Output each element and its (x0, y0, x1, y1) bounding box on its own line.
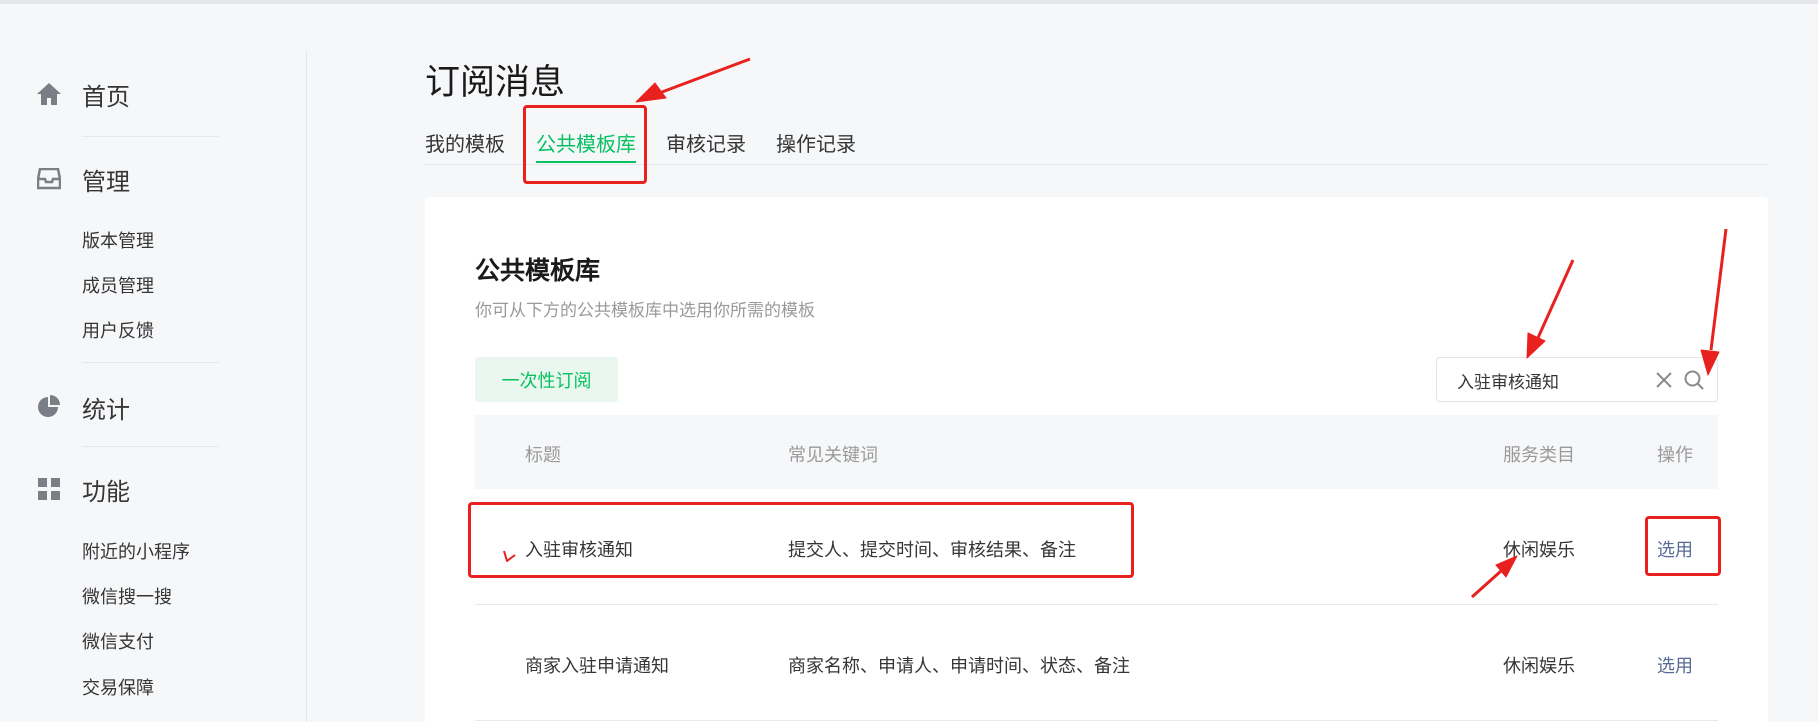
sidebar-item-feedback[interactable]: 用户反馈 (82, 320, 154, 344)
section-title: 公共模板库 (475, 256, 601, 285)
divider (82, 362, 219, 363)
column-header-action: 操作 (1657, 445, 1693, 466)
home-icon (36, 81, 62, 107)
row-title: 商家入驻申请通知 (525, 656, 669, 677)
table-row: 商家入驻申请通知 商家名称、申请人、申请时间、状态、备注 休闲娱乐 选用 (475, 605, 1718, 721)
sidebar-item-features[interactable]: 功能 (36, 469, 130, 509)
clear-icon[interactable] (1652, 368, 1676, 392)
sidebar-item-members[interactable]: 成员管理 (82, 275, 154, 299)
search-icon[interactable] (1683, 369, 1705, 391)
sidebar: 首页 管理 版本管理 成员管理 用户反馈 统计 功能 附近的小程序 微信搜一搜 … (0, 4, 307, 722)
sidebar-item-stats[interactable]: 统计 (36, 387, 130, 427)
pie-chart-icon (36, 394, 62, 420)
section-description: 你可从下方的公共模板库中选用你所需的模板 (475, 301, 815, 321)
tab-my-templates[interactable]: 我的模板 (425, 128, 505, 157)
sidebar-item-search[interactable]: 微信搜一搜 (82, 586, 172, 610)
column-header-title: 标题 (525, 445, 561, 466)
sidebar-item-nearby[interactable]: 附近的小程序 (82, 541, 190, 565)
sidebar-item-home[interactable]: 首页 (36, 74, 130, 114)
row-category: 休闲娱乐 (1503, 656, 1575, 677)
column-header-keywords: 常见关键词 (788, 445, 878, 466)
divider (82, 446, 219, 447)
one-time-subscription-filter[interactable]: 一次性订阅 (475, 357, 618, 402)
column-header-category: 服务类目 (1503, 445, 1575, 466)
search-box (1436, 357, 1718, 402)
sidebar-item-label: 管理 (82, 167, 130, 196)
row-category: 休闲娱乐 (1503, 540, 1575, 561)
select-button[interactable]: 选用 (1657, 652, 1693, 678)
table-header: 标题 常见关键词 服务类目 操作 (475, 415, 1718, 489)
page-title: 订阅消息 (425, 63, 566, 103)
sidebar-item-label: 功能 (82, 477, 130, 506)
divider (82, 136, 219, 137)
sidebar-item-pay[interactable]: 微信支付 (82, 631, 154, 655)
sidebar-item-guarantee[interactable]: 交易保障 (82, 677, 154, 701)
annotation-box-row (468, 502, 1134, 578)
sidebar-item-manage[interactable]: 管理 (36, 159, 130, 199)
sidebar-item-version[interactable]: 版本管理 (82, 230, 154, 254)
search-input[interactable] (1457, 367, 1637, 393)
annotation-box-select (1645, 516, 1721, 576)
inbox-icon (36, 166, 62, 192)
sidebar-item-label: 统计 (82, 395, 130, 424)
annotation-box-tab (523, 105, 647, 184)
sidebar-divider (306, 50, 307, 722)
tab-review-records[interactable]: 审核记录 (666, 128, 746, 157)
row-keywords: 商家名称、申请人、申请时间、状态、备注 (788, 656, 1130, 677)
grid-icon (36, 476, 62, 502)
sidebar-item-label: 首页 (82, 82, 130, 111)
tab-operation-records[interactable]: 操作记录 (776, 128, 856, 157)
